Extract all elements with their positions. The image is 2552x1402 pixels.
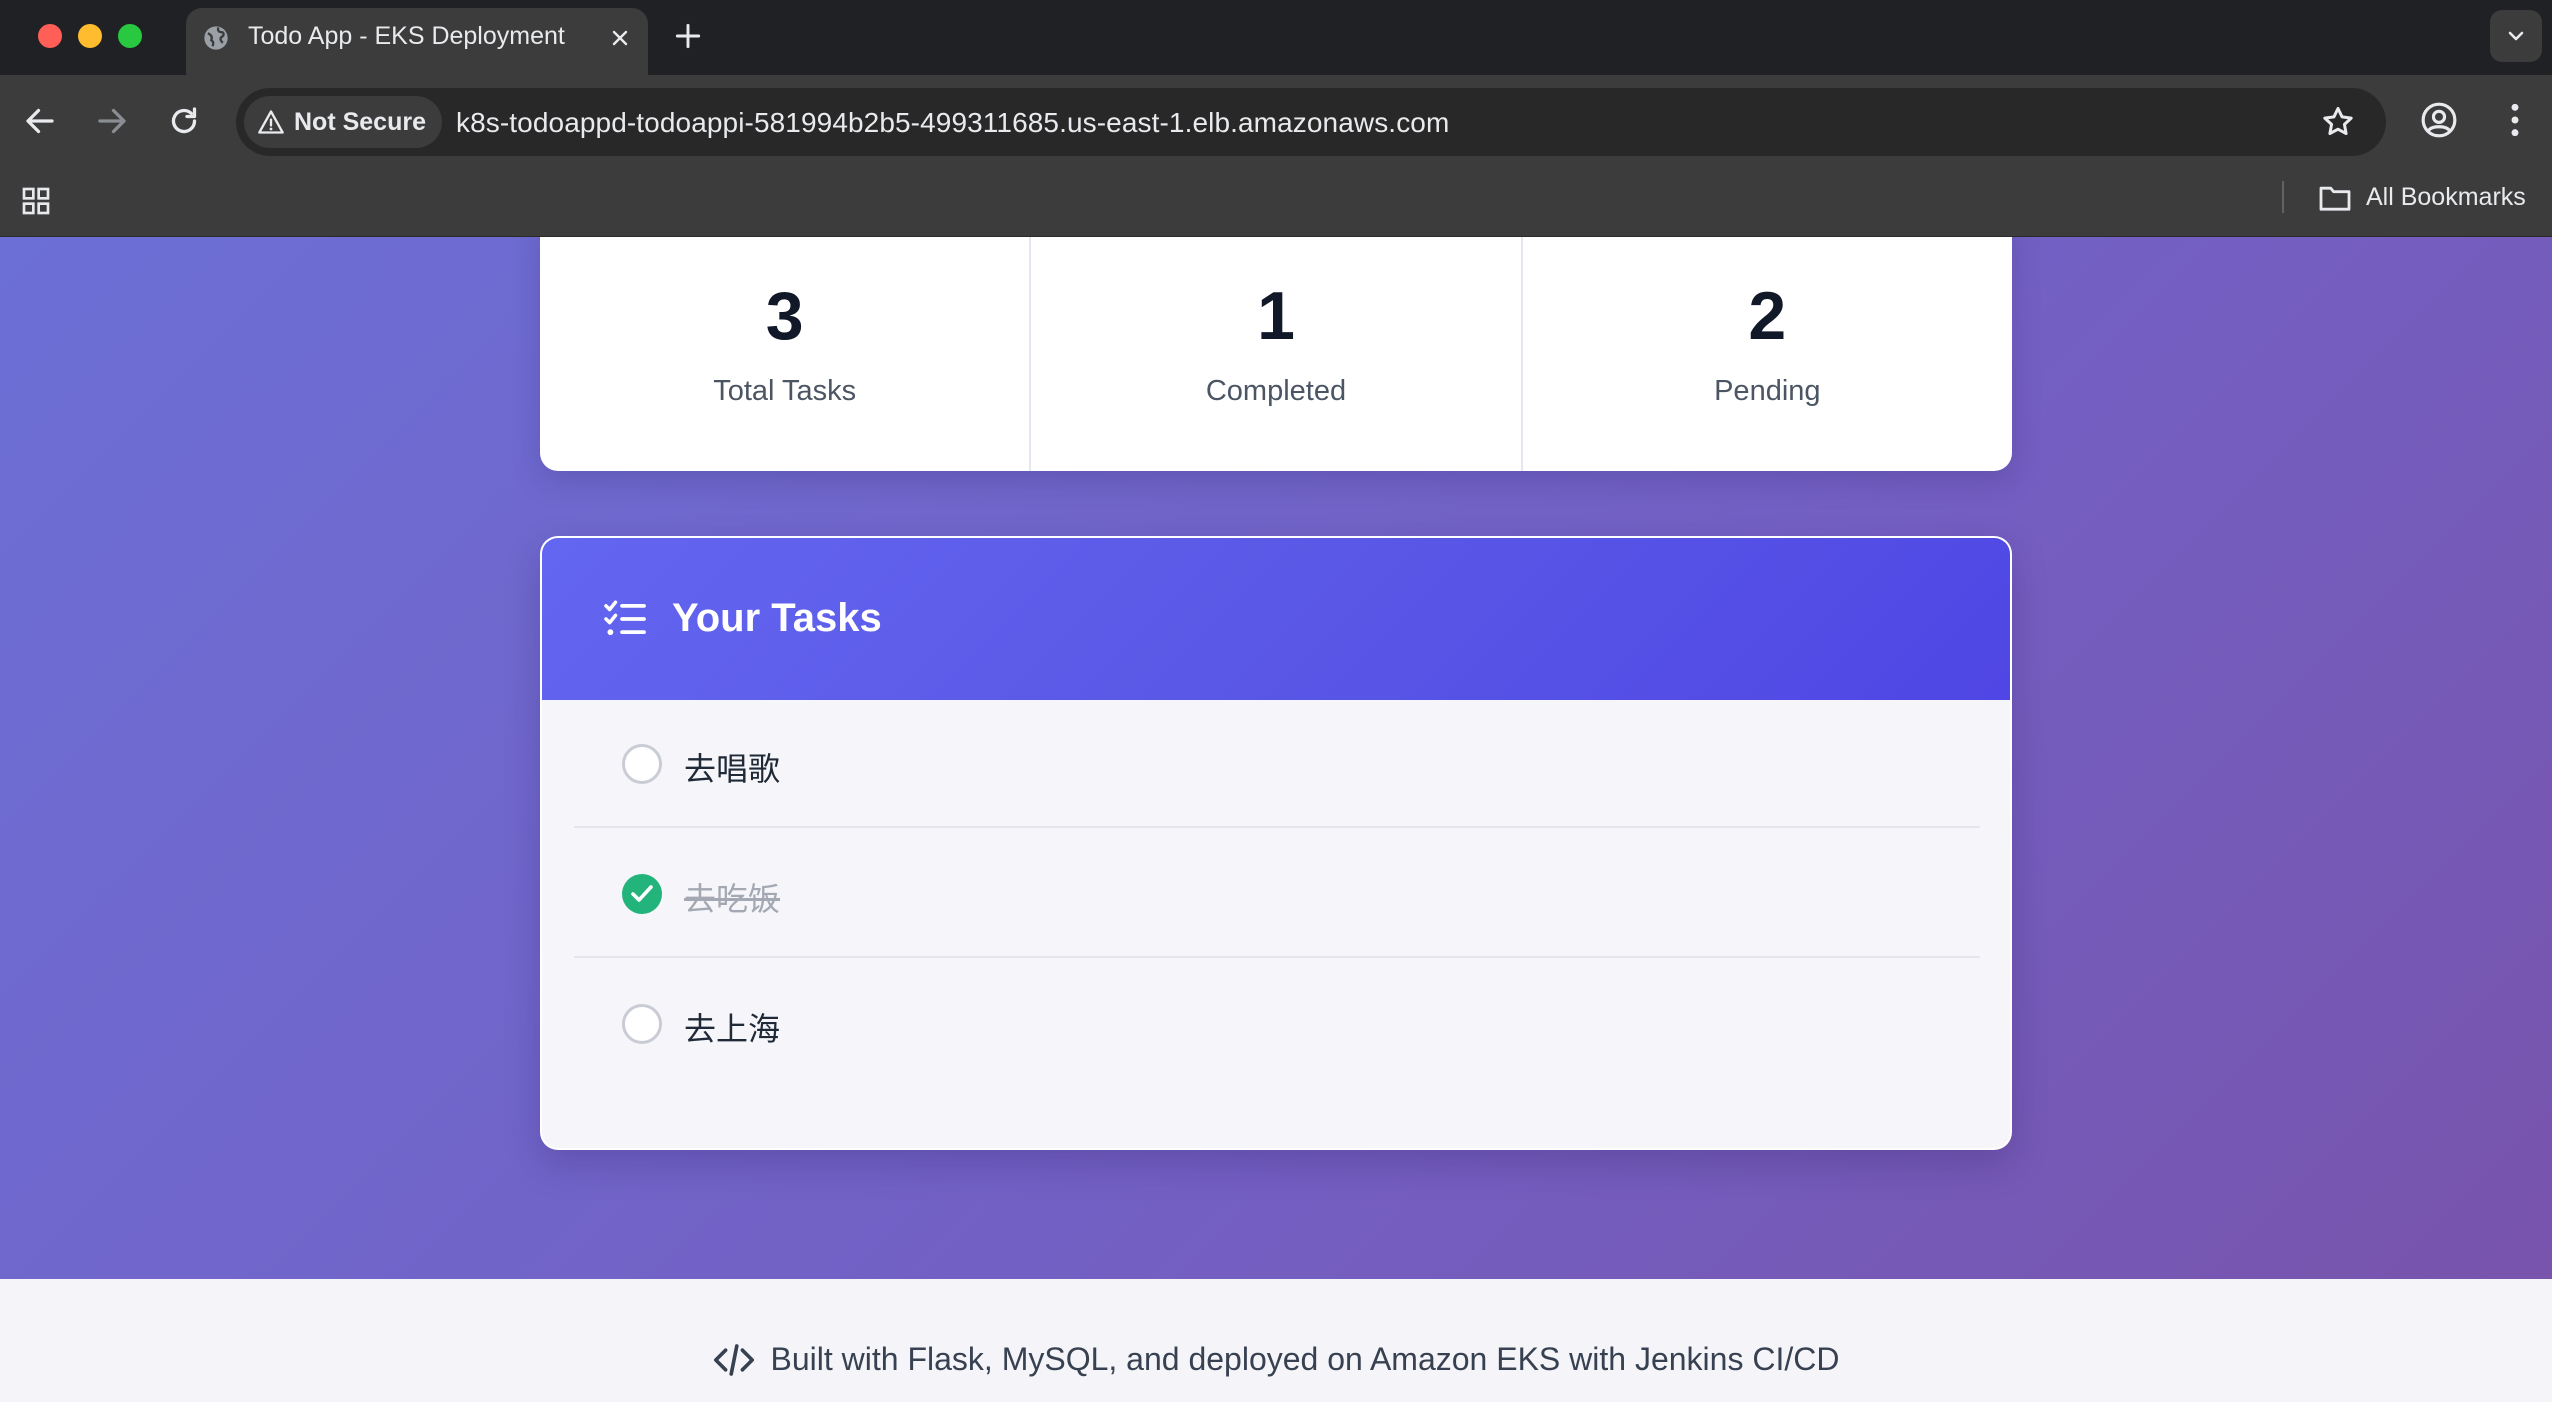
url-text[interactable]: k8s-todoappd-todoappi-581994b2b5-4993116… <box>456 107 1449 139</box>
bookmarks-bar: All Bookmarks <box>0 167 2552 237</box>
chevron-down-icon <box>2508 31 2524 41</box>
task-text: 去上海 <box>684 1010 781 1048</box>
folder-icon <box>2319 186 2351 211</box>
active-tab[interactable]: Todo App - EKS Deployment <box>186 8 648 75</box>
stat-value: 2 <box>1748 278 1787 354</box>
page-content: 3 Total Tasks 1 Completed 2 Pending Your… <box>0 237 2552 1402</box>
forward-icon[interactable] <box>94 103 130 139</box>
tasks-header: Your Tasks <box>542 538 2010 700</box>
browser-window: Todo App - EKS Deployment Not Secure k8s… <box>0 0 2552 1402</box>
browser-toolbar: Not Secure k8s-todoappd-todoappi-581994b… <box>0 75 2552 167</box>
task-checkbox[interactable] <box>622 1004 662 1044</box>
globe-icon <box>204 26 228 50</box>
task-item: 去上海 <box>574 960 1980 1088</box>
tab-title: Todo App - EKS Deployment <box>248 22 565 50</box>
stat-label: Pending <box>1714 375 1821 407</box>
tab-strip: Todo App - EKS Deployment <box>0 0 2552 75</box>
task-text: 去吃饭 <box>684 880 781 918</box>
task-checkbox[interactable] <box>622 744 662 784</box>
tab-search-button[interactable] <box>2490 10 2542 62</box>
close-window-button[interactable] <box>38 24 62 48</box>
tasks-title: Your Tasks <box>672 596 882 640</box>
stat-total: 3 Total Tasks <box>540 237 1032 471</box>
stat-value: 3 <box>765 278 804 354</box>
list-check-icon <box>604 600 646 636</box>
address-bar[interactable]: Not Secure k8s-todoappd-todoappi-581994b… <box>236 88 2386 156</box>
bookmark-star-icon[interactable] <box>2320 104 2356 140</box>
task-item: 去唱歌 <box>574 700 1980 828</box>
stat-value: 1 <box>1257 278 1295 354</box>
all-bookmarks-button[interactable]: All Bookmarks <box>2318 183 2526 212</box>
security-label: Not Secure <box>294 107 426 136</box>
warning-icon <box>258 110 284 134</box>
back-icon[interactable] <box>22 103 58 139</box>
footer-text: Built with Flask, MySQL, and deployed on… <box>770 1341 1840 1377</box>
minimize-window-button[interactable] <box>78 24 102 48</box>
task-text: 去唱歌 <box>684 750 781 788</box>
security-indicator[interactable]: Not Secure <box>244 96 442 148</box>
more-menu-icon[interactable] <box>2500 101 2530 139</box>
stat-label: Completed <box>1205 375 1347 407</box>
new-tab-icon[interactable] <box>672 20 704 52</box>
task-item: 去吃饭 <box>574 830 1980 958</box>
profile-icon[interactable] <box>2420 101 2458 139</box>
close-tab-icon[interactable] <box>608 26 632 50</box>
code-icon <box>713 1343 754 1376</box>
tasks-card: Your Tasks 去唱歌 去吃饭 去上海 <box>540 536 2012 1150</box>
all-bookmarks-label: All Bookmarks <box>2366 183 2526 211</box>
reload-icon[interactable] <box>166 103 202 139</box>
task-checkbox-checked[interactable] <box>622 874 662 914</box>
stat-completed: 1 Completed <box>1031 237 1523 471</box>
maximize-window-button[interactable] <box>118 24 142 48</box>
page-footer: Built with Flask, MySQL, and deployed on… <box>0 1279 2552 1402</box>
stat-label: Total Tasks <box>713 375 857 407</box>
bookmarks-separator <box>2282 181 2284 213</box>
stats-card: 3 Total Tasks 1 Completed 2 Pending <box>540 237 2012 471</box>
checkmark-icon <box>631 885 653 902</box>
apps-grid-icon[interactable] <box>20 185 52 217</box>
stat-pending: 2 Pending <box>1523 237 2012 471</box>
